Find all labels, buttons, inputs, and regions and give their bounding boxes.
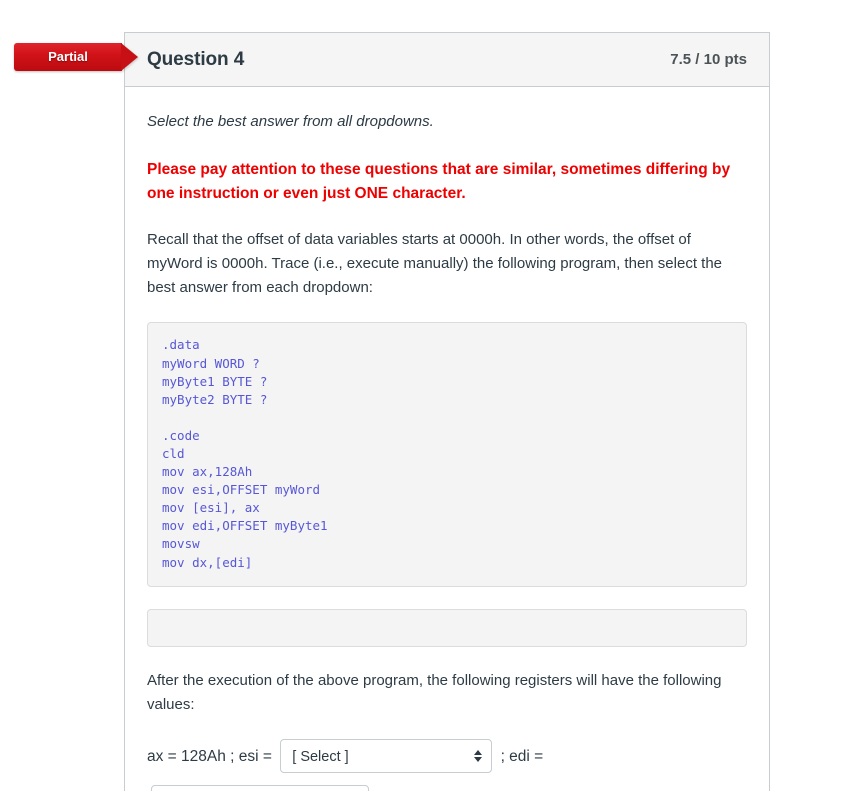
status-badge-partial: Partial [14,43,138,71]
question-body: Select the best answer from all dropdown… [125,87,769,791]
empty-code-block [147,608,747,647]
question-title: Question 4 [147,48,245,70]
esi-select-value: [ Select ] [292,749,349,766]
warning-text: Please pay attention to these questions … [147,160,731,202]
edi-select[interactable]: [ Select ] [151,785,369,791]
question-points: 7.5 / 10 pts [670,51,747,68]
after-execution-paragraph: After the execution of the above program… [147,671,722,713]
edi-select-value: [ Select ] [163,786,219,791]
chevron-updown-icon [474,750,483,763]
question-card: Question 4 7.5 / 10 pts Select the best … [124,32,770,791]
answer-prefix-ax-esi: ax = 128Ah ; esi = [147,747,277,765]
instruction-text: Select the best answer from all dropdown… [147,113,434,130]
quiz-page: Question 4 7.5 / 10 pts Select the best … [0,0,856,791]
answer-row-2: [ Select ] ; dx = 128Ah ; [147,785,747,791]
recall-paragraph: Recall that the offset of data variables… [147,230,723,297]
status-badge-arrow-tip [121,43,138,71]
assembly-code-block: .data myWord WORD ? myByte1 BYTE ? myByt… [147,322,747,587]
esi-select[interactable]: [ Select ] [280,739,493,774]
answer-row-1: ax = 128Ah ; esi = [ Select ] ; edi = [147,739,747,774]
answer-suffix-edi: ; edi = [496,747,548,765]
status-badge-label: Partial [48,49,88,64]
question-header: Question 4 7.5 / 10 pts [125,33,769,87]
assembly-code: .data myWord WORD ? myByte1 BYTE ? myByt… [162,337,328,570]
